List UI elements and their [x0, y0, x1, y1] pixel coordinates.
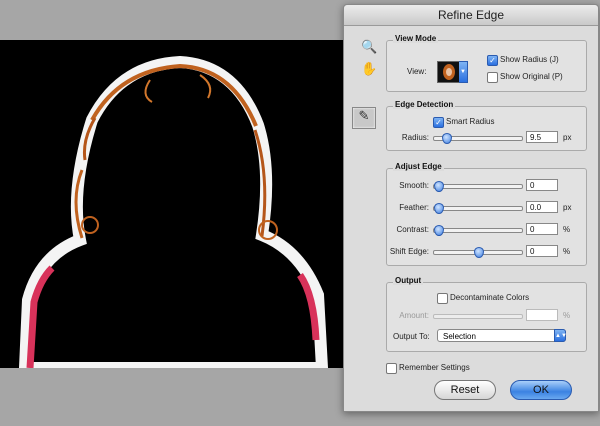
view-dropdown-chevron-icon[interactable]: ▼	[459, 61, 468, 83]
contrast-input[interactable]: 0	[526, 223, 558, 235]
remember-settings-label: Remember Settings	[399, 363, 470, 372]
smart-radius-label: Smart Radius	[446, 117, 495, 126]
contrast-slider[interactable]	[433, 225, 523, 236]
contrast-slider-knob[interactable]	[434, 225, 444, 236]
edge-detection-title: Edge Detection	[393, 100, 456, 109]
chevron-updown-icon: ▲▼	[554, 329, 567, 342]
adjust-edge-title: Adjust Edge	[393, 162, 444, 171]
smart-radius-checkbox[interactable]: ✓	[433, 117, 444, 128]
show-radius-checkbox[interactable]: ✓	[487, 55, 498, 66]
remember-settings-checkbox[interactable]	[386, 363, 397, 374]
smooth-slider-knob[interactable]	[434, 181, 444, 192]
show-original-label: Show Original (P)	[500, 72, 563, 81]
portrait-thumbnail-icon	[443, 64, 455, 80]
output-to-label: Output To:	[393, 332, 430, 341]
radius-unit: px	[563, 133, 572, 142]
shift-edge-slider-knob[interactable]	[474, 247, 484, 258]
amount-label: Amount:	[399, 311, 429, 320]
amount-slider[interactable]	[433, 314, 523, 319]
shift-edge-unit: %	[563, 247, 571, 256]
view-mode-title: View Mode	[393, 34, 439, 43]
contrast-label: Contrast:	[396, 225, 429, 234]
feather-input[interactable]: 0.0	[526, 201, 558, 213]
radius-input[interactable]: 9.5	[526, 131, 558, 143]
reset-button[interactable]: Reset	[434, 380, 496, 400]
dialog-title[interactable]: Refine Edge	[344, 5, 598, 26]
ok-button[interactable]: OK	[510, 380, 572, 400]
feather-slider[interactable]	[433, 203, 523, 214]
masked-portrait-image	[18, 55, 329, 368]
radius-label: Radius:	[401, 133, 429, 142]
show-radius-label: Show Radius (J)	[500, 55, 559, 64]
smooth-slider[interactable]	[433, 181, 523, 192]
decontaminate-colors-checkbox[interactable]	[437, 293, 448, 304]
shift-edge-slider[interactable]	[433, 247, 523, 258]
radius-slider-knob[interactable]	[442, 133, 452, 144]
view-label: View:	[407, 67, 427, 76]
output-to-select[interactable]: Selection ▲▼	[437, 329, 567, 342]
shift-edge-label: Shift Edge:	[389, 247, 429, 256]
view-mode-group: View Mode View: ▼ ✓ Show Radius (J) Show…	[386, 34, 587, 92]
refine-edge-dialog: Refine Edge 🔍 ✋ ✎ View Mode View: ▼ ✓ Sh…	[343, 4, 599, 412]
output-group: Output Decontaminate Colors Amount: % Ou…	[386, 276, 587, 352]
amount-input[interactable]	[526, 309, 558, 321]
contrast-unit: %	[563, 225, 571, 234]
amount-unit: %	[563, 311, 571, 320]
shift-edge-input[interactable]: 0	[526, 245, 558, 257]
edge-detection-group: Edge Detection ✓ Smart Radius Radius: 9.…	[386, 100, 587, 151]
output-title: Output	[393, 276, 424, 285]
output-to-value: Selection	[443, 332, 476, 341]
feather-label: Feather:	[399, 203, 429, 212]
radius-slider[interactable]	[433, 133, 523, 144]
canvas-background	[0, 368, 345, 426]
adjust-edge-group: Adjust Edge Smooth: 0 Feather: 0.0 px Co…	[386, 162, 587, 266]
view-thumbnail[interactable]	[437, 61, 461, 83]
magnifier-icon[interactable]: 🔍	[361, 39, 377, 55]
brush-icon[interactable]: ✎	[352, 107, 376, 129]
hand-icon[interactable]: ✋	[361, 61, 377, 77]
smooth-input[interactable]: 0	[526, 179, 558, 191]
feather-unit: px	[563, 203, 572, 212]
show-original-checkbox[interactable]	[487, 72, 498, 83]
smooth-label: Smooth:	[399, 181, 429, 190]
image-preview[interactable]	[0, 40, 345, 368]
decontaminate-colors-label: Decontaminate Colors	[450, 293, 530, 302]
feather-slider-knob[interactable]	[434, 203, 444, 214]
